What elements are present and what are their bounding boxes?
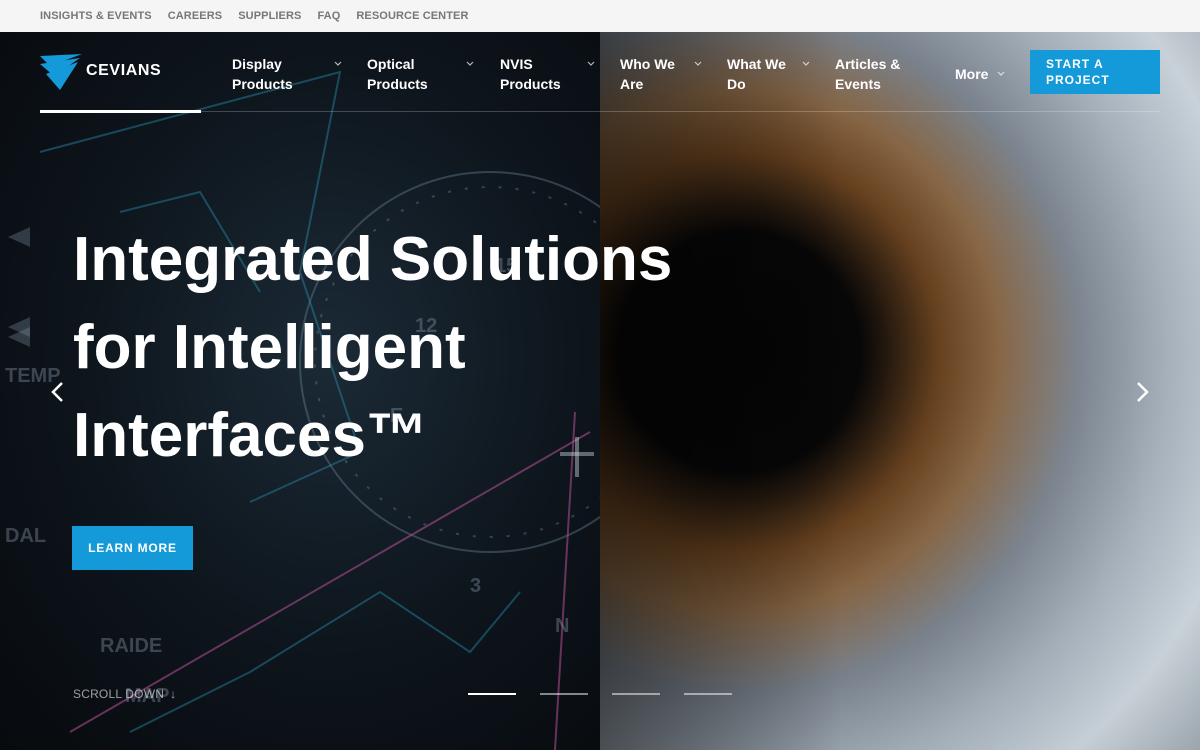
nav-item-nvis-products[interactable]: NVIS Products [500,54,595,94]
svg-text:N: N [555,615,569,637]
cevians-logo[interactable]: CEVIANS [40,52,161,90]
chevron-down-icon [694,61,702,66]
logo-mark-icon [40,54,82,90]
nav-item-optical-products[interactable]: Optical Products [367,54,474,94]
chevron-down-icon [802,61,810,66]
utility-bar: INSIGHTS & EVENTS CAREERS SUPPLIERS FAQ … [0,0,1200,32]
nav-item-who-we-are[interactable]: Who We Are [620,54,702,94]
utility-link-resource-center[interactable]: RESOURCE CENTER [356,10,468,22]
chevron-right-icon[interactable] [1130,380,1154,404]
slide-indicator-1[interactable] [468,693,516,695]
slide-indicators [468,693,732,695]
utility-link-careers[interactable]: CAREERS [168,10,223,22]
hero-headline: Integrated Solutions for Intelligent Int… [73,216,733,480]
logo-text: CEVIANS [86,62,162,79]
nav-label: More [955,66,989,82]
scroll-down-link[interactable]: SCROLL DOWN ↓ [73,687,176,701]
active-nav-indicator [40,110,201,113]
nav-label: Display Products [232,56,293,92]
svg-text:RAIDE: RAIDE [100,635,162,657]
slide-indicator-2[interactable] [540,693,588,695]
nav-label: Optical Products [367,56,428,92]
slide-indicator-4[interactable] [684,693,732,695]
nav-item-more[interactable]: More [955,64,1005,84]
headline-line: Interfaces™ [73,401,428,470]
start-project-button[interactable]: START A PROJECT [1030,50,1160,94]
utility-link-suppliers[interactable]: SUPPLIERS [238,10,301,22]
slide-indicator-3[interactable] [612,693,660,695]
headline-line: Integrated Solutions [73,225,673,294]
main-nav: CEVIANS Display Products Optical Product… [40,32,1160,113]
scroll-down-label: SCROLL DOWN [73,687,165,701]
nav-label: What We Do [727,56,786,92]
nav-item-display-products[interactable]: Display Products [232,54,342,94]
chevron-down-icon [334,61,342,66]
chevron-down-icon [466,61,474,66]
chevron-down-icon [997,71,1005,76]
svg-text:DAL: DAL [5,525,46,547]
chevron-left-icon[interactable] [46,380,70,404]
utility-link-insights[interactable]: INSIGHTS & EVENTS [40,10,152,22]
nav-item-articles-events[interactable]: Articles & Events [835,54,900,94]
nav-label: Articles & Events [835,56,901,92]
learn-more-button[interactable]: LEARN MORE [72,526,193,570]
nav-label: Who We Are [620,56,675,92]
nav-item-what-we-do[interactable]: What We Do [727,54,810,94]
utility-link-faq[interactable]: FAQ [317,10,340,22]
arrow-down-icon: ↓ [170,687,177,701]
headline-line: for Intelligent [73,313,466,382]
chevron-down-icon [587,61,595,66]
svg-text:3: 3 [470,575,481,597]
nav-label: NVIS Products [500,56,561,92]
